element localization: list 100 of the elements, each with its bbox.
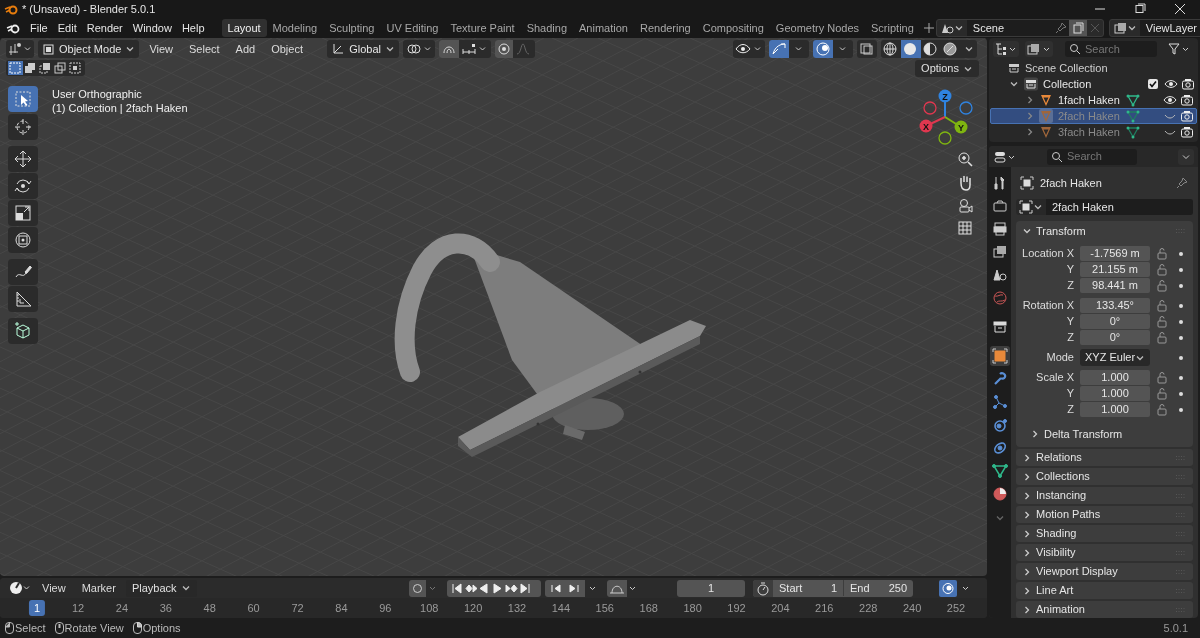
number-field[interactable]: 1.000 — [1080, 402, 1150, 417]
filter-view-layer-icon[interactable] — [1025, 41, 1053, 57]
selection-mode-icon[interactable] — [38, 61, 53, 75]
menu-item[interactable]: View — [36, 579, 72, 597]
menu-item[interactable]: Object — [265, 40, 309, 58]
menu-item[interactable]: Select — [183, 40, 226, 58]
menu-item[interactable]: Edit — [52, 19, 82, 37]
axis-handle[interactable]: Z — [938, 89, 952, 118]
workspace-tab[interactable]: Compositing — [696, 19, 770, 37]
selection-mode-icon[interactable] — [53, 61, 68, 75]
menu-item[interactable]: Marker — [75, 579, 122, 597]
tree-item[interactable]: 1fach Haken — [990, 92, 1197, 108]
keyframe-dot-icon[interactable] — [1178, 318, 1184, 325]
xray-icon[interactable] — [857, 40, 877, 58]
subpanel-header[interactable]: Delta Transform — [1016, 425, 1193, 443]
tool-button[interactable] — [8, 114, 38, 140]
panel-header[interactable]: Animation — [1016, 601, 1193, 618]
tool-button[interactable] — [8, 227, 38, 253]
tool-button[interactable] — [8, 200, 38, 226]
tool-button[interactable] — [8, 286, 38, 312]
search-field[interactable]: Search — [1047, 148, 1137, 165]
keyframe-dot-icon[interactable] — [1178, 302, 1184, 309]
number-field[interactable]: 1.000 — [1080, 370, 1150, 385]
editor-type-icon[interactable] — [8, 580, 32, 596]
playback-dropdown[interactable]: Playback — [125, 579, 197, 597]
unlocked-icon[interactable] — [1156, 402, 1168, 417]
tree-item[interactable]: Scene Collection — [1025, 59, 1108, 77]
object-name-field[interactable]: 2fach Haken — [1046, 198, 1193, 215]
workspace-tab[interactable]: Scripting — [865, 19, 920, 37]
tool-button[interactable] — [8, 86, 38, 112]
keyframe-dot-icon[interactable] — [1178, 374, 1184, 381]
tool-button[interactable] — [8, 173, 38, 199]
number-field[interactable]: -1.7569 m — [1080, 246, 1150, 261]
negative-axis-handle[interactable] — [959, 101, 973, 115]
panel-header[interactable]: Relations — [1016, 449, 1193, 466]
playback-controls-icon[interactable] — [446, 579, 541, 597]
workspace-tab[interactable]: Texture Paint — [444, 19, 521, 37]
unlocked-icon[interactable] — [1156, 370, 1168, 385]
panel-header[interactable]: Shading — [1016, 525, 1193, 542]
unlocked-icon[interactable] — [1156, 246, 1168, 261]
visibility-icon[interactable] — [733, 40, 765, 58]
data-tab-icon[interactable] — [990, 461, 1010, 481]
orientation-dropdown[interactable]: Global — [327, 40, 399, 58]
render-camera-icon[interactable] — [1180, 110, 1194, 122]
unlocked-icon[interactable] — [1156, 314, 1168, 329]
camera-icon[interactable] — [956, 196, 976, 216]
tree-item[interactable]: 3fach Haken — [990, 124, 1197, 140]
tree-item[interactable]: Collection — [1043, 75, 1148, 93]
panel-header[interactable]: Collections — [1016, 468, 1193, 485]
options-dropdown-icon[interactable] — [1178, 148, 1194, 165]
object-tab-icon[interactable] — [990, 346, 1010, 366]
workspace-tab[interactable]: Layout — [221, 19, 267, 37]
keyframe-dot-icon[interactable] — [1178, 354, 1184, 361]
number-field[interactable]: 133.45° — [1080, 298, 1150, 313]
number-field[interactable]: 1.000 — [1080, 386, 1150, 401]
selection-mode-icon[interactable] — [23, 61, 38, 75]
keyframe-dot-icon[interactable] — [1178, 390, 1184, 397]
menu-item[interactable]: Render — [81, 19, 128, 37]
negative-axis-handle[interactable] — [923, 101, 937, 115]
number-field[interactable]: 21.155 m — [1080, 262, 1150, 277]
mode-dropdown[interactable]: Object Mode — [38, 40, 140, 58]
current-frame-field[interactable]: 1 — [677, 579, 745, 597]
unlocked-icon[interactable] — [1156, 330, 1168, 345]
workspace-tab[interactable]: Rendering — [633, 19, 697, 37]
panel-header[interactable]: Line Art — [1016, 582, 1193, 599]
output-tab-icon[interactable] — [990, 219, 1010, 239]
add-icon[interactable] — [921, 21, 936, 35]
snap-icon[interactable] — [439, 40, 491, 58]
pin-icon[interactable] — [1175, 175, 1189, 190]
keyframe-dot-icon[interactable] — [1178, 406, 1184, 413]
panel-header[interactable]: Instancing — [1016, 487, 1193, 504]
options-dropdown[interactable]: Options — [915, 60, 979, 77]
gizmo-toggle-icon[interactable] — [769, 40, 809, 58]
visibility-icon[interactable] — [1164, 78, 1178, 90]
negative-axis-handle[interactable] — [938, 131, 952, 145]
panel-header[interactable]: Transform — [1016, 221, 1193, 241]
unlocked-icon[interactable] — [1156, 386, 1168, 401]
menu-item[interactable]: Help — [176, 19, 210, 37]
number-field[interactable]: 0° — [1080, 314, 1150, 329]
stopwatch-icon[interactable] — [753, 579, 773, 597]
render-camera-icon[interactable] — [1181, 78, 1195, 90]
search-field[interactable]: Search — [1065, 41, 1157, 57]
workspace-tab[interactable]: UV Editing — [380, 19, 445, 37]
panel-header[interactable]: Viewport Display — [1016, 563, 1193, 580]
selection-mode-icon[interactable] — [68, 61, 83, 75]
unlocked-icon[interactable] — [1156, 278, 1168, 293]
menu-item[interactable]: View — [143, 40, 180, 58]
tool-button[interactable] — [8, 259, 38, 285]
workspace-tab[interactable]: Animation — [573, 19, 634, 37]
menu-item[interactable]: File — [25, 19, 53, 37]
render-camera-icon[interactable] — [1180, 126, 1194, 138]
particles-tab-icon[interactable] — [990, 392, 1010, 412]
tool-button[interactable] — [8, 146, 38, 172]
keyframe-dot-icon[interactable] — [1178, 266, 1184, 273]
material-tab-icon[interactable] — [990, 484, 1010, 504]
axis-handle[interactable]: X — [919, 116, 946, 133]
end-frame-field[interactable]: End 250 — [843, 579, 913, 597]
pivot-icon[interactable] — [403, 40, 435, 58]
chevron-down-icon[interactable] — [1009, 79, 1019, 89]
exclude-checkbox[interactable] — [1148, 79, 1158, 89]
